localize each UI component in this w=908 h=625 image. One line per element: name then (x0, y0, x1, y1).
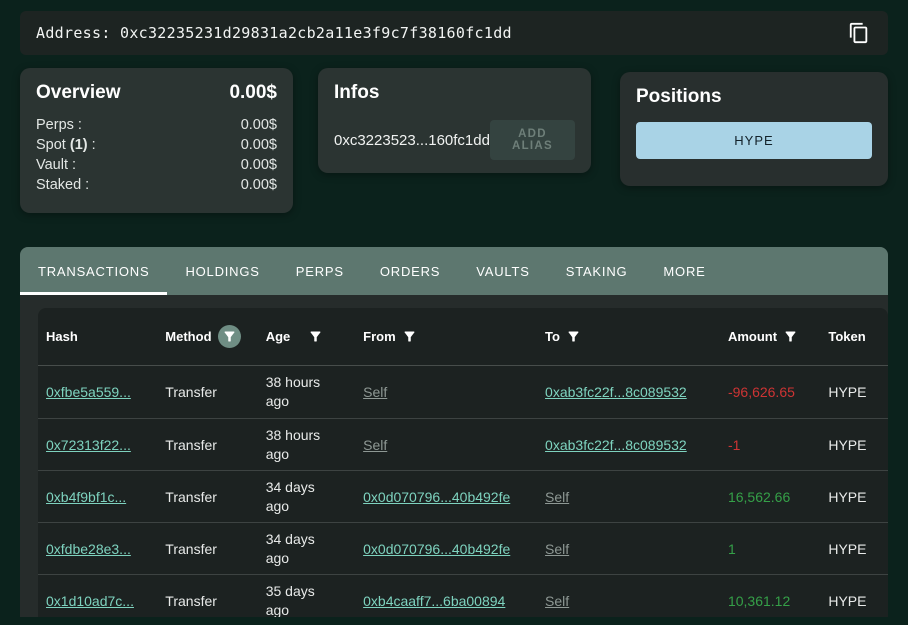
column-header-hash: Hash (42, 329, 165, 344)
hash-link[interactable]: 0xfbe5a559... (46, 384, 131, 400)
hash-link[interactable]: 0xfdbe28e3... (46, 541, 131, 557)
overview-title: Overview (36, 82, 121, 104)
tab-transactions[interactable]: TRANSACTIONS (20, 247, 167, 295)
token-cell: HYPE (828, 489, 888, 505)
column-header-from: From (363, 329, 545, 344)
column-header-method: Method (165, 325, 265, 348)
amount-cell: 1 (728, 541, 828, 557)
hash-link[interactable]: 0x72313f22... (46, 437, 131, 453)
overview-total-value: 0.00$ (229, 82, 277, 104)
infos-title: Infos (334, 82, 575, 104)
table-header-row: Hash Method Age From To Amount (38, 308, 888, 366)
to-link[interactable]: 0xab3fc22f...8c089532 (545, 384, 687, 400)
overview-card: Overview 0.00$ Perps : 0.00$ Spot (1) : … (20, 68, 293, 213)
positions-title: Positions (636, 86, 872, 108)
filter-icon-to[interactable] (566, 329, 581, 344)
to-link[interactable]: Self (545, 541, 569, 557)
from-link[interactable]: Self (363, 384, 387, 400)
overview-row-staked: Staked : 0.00$ (36, 175, 277, 195)
amount-cell: 10,361.12 (728, 593, 828, 609)
filter-icon-from[interactable] (402, 329, 417, 344)
table-row: 0xb4f9bf1c... Transfer 34 days ago 0x0d0… (38, 470, 888, 522)
hash-link[interactable]: 0x1d10ad7c... (46, 593, 134, 609)
overview-row-value: 0.00$ (241, 135, 277, 155)
method-cell: Transfer (165, 384, 265, 400)
overview-row-label: Staked : (36, 175, 89, 195)
filter-icon-method[interactable] (218, 325, 241, 348)
from-link[interactable]: 0x0d070796...40b492fe (363, 489, 510, 505)
tab-orders[interactable]: ORDERS (362, 247, 458, 295)
copy-icon (848, 22, 870, 44)
amount-cell: 16,562.66 (728, 489, 828, 505)
amount-cell: -96,626.65 (728, 384, 828, 400)
age-cell: 34 days ago (266, 530, 363, 568)
method-cell: Transfer (165, 489, 265, 505)
column-header-token: Token (828, 329, 888, 344)
copy-address-button[interactable] (846, 20, 872, 46)
age-cell: 38 hours ago (266, 373, 363, 411)
tab-more[interactable]: MORE (645, 247, 723, 295)
column-header-age: Age (266, 329, 363, 344)
to-link[interactable]: Self (545, 489, 569, 505)
filter-icon-amount[interactable] (783, 329, 798, 344)
infos-short-address: 0xc3223523...160fc1dd (334, 132, 490, 149)
main-panel: TRANSACTIONS HOLDINGS PERPS ORDERS VAULT… (20, 247, 888, 617)
method-cell: Transfer (165, 593, 265, 609)
tab-vaults[interactable]: VAULTS (458, 247, 547, 295)
positions-card: Positions HYPE (620, 72, 888, 186)
tab-staking[interactable]: STAKING (548, 247, 646, 295)
table-row: 0x1d10ad7c... Transfer 35 days ago 0xb4c… (38, 574, 888, 617)
from-link[interactable]: 0xb4caaff7...6ba00894 (363, 593, 505, 609)
method-cell: Transfer (165, 437, 265, 453)
add-alias-button[interactable]: ADD ALIAS (490, 120, 575, 160)
table-row: 0xfbe5a559... Transfer 38 hours ago Self… (38, 366, 888, 418)
overview-row-value: 0.00$ (241, 155, 277, 175)
overview-row-spot: Spot (1) : 0.00$ (36, 135, 277, 155)
overview-row-label: Perps : (36, 115, 82, 135)
tab-perps[interactable]: PERPS (278, 247, 362, 295)
method-cell: Transfer (165, 541, 265, 557)
tab-holdings[interactable]: HOLDINGS (167, 247, 277, 295)
filter-icon-age[interactable] (308, 329, 323, 344)
address-value: 0xc32235231d29831a2cb2a11e3f9c7f38160fc1… (120, 24, 512, 42)
overview-row-label: Spot (1) : (36, 135, 96, 155)
address-label: Address: 0xc32235231d29831a2cb2a11e3f9c7… (36, 24, 512, 42)
to-link[interactable]: 0xab3fc22f...8c089532 (545, 437, 687, 453)
amount-cell: -1 (728, 437, 828, 453)
overview-row-label: Vault : (36, 155, 76, 175)
hash-link[interactable]: 0xb4f9bf1c... (46, 489, 126, 505)
address-bar: Address: 0xc32235231d29831a2cb2a11e3f9c7… (20, 11, 888, 55)
overview-row-perps: Perps : 0.00$ (36, 115, 277, 135)
to-link[interactable]: Self (545, 593, 569, 609)
token-cell: HYPE (828, 593, 888, 609)
column-header-to: To (545, 329, 728, 344)
address-prefix: Address: (36, 24, 120, 42)
table-row: 0x72313f22... Transfer 38 hours ago Self… (38, 418, 888, 470)
overview-row-value: 0.00$ (241, 115, 277, 135)
overview-row-value: 0.00$ (241, 175, 277, 195)
overview-row-vault: Vault : 0.00$ (36, 155, 277, 175)
infos-card: Infos 0xc3223523...160fc1dd ADD ALIAS (318, 68, 591, 173)
token-cell: HYPE (828, 541, 888, 557)
token-cell: HYPE (828, 384, 888, 400)
transactions-table: Hash Method Age From To Amount (38, 308, 888, 617)
token-cell: HYPE (828, 437, 888, 453)
from-link[interactable]: Self (363, 437, 387, 453)
tab-bar: TRANSACTIONS HOLDINGS PERPS ORDERS VAULT… (20, 247, 888, 295)
from-link[interactable]: 0x0d070796...40b492fe (363, 541, 510, 557)
table-row: 0xfdbe28e3... Transfer 34 days ago 0x0d0… (38, 522, 888, 574)
position-hype-button[interactable]: HYPE (636, 122, 872, 159)
column-header-amount: Amount (728, 329, 828, 344)
age-cell: 34 days ago (266, 478, 363, 516)
age-cell: 35 days ago (266, 582, 363, 618)
age-cell: 38 hours ago (266, 426, 363, 464)
